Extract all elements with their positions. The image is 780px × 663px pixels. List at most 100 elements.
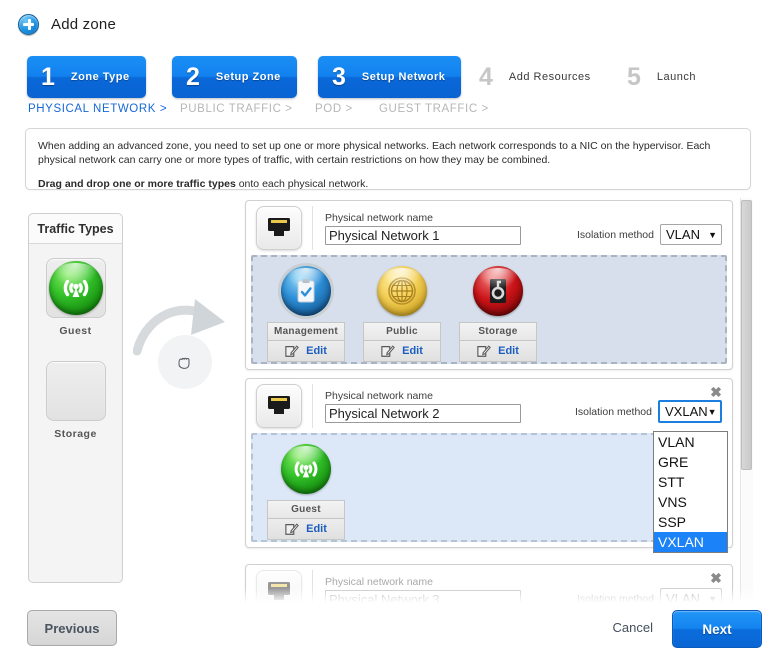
grabbing-hand-icon xyxy=(158,335,212,389)
traffic-card-public-label: Public xyxy=(363,322,441,340)
traffic-type-storage[interactable]: Storage xyxy=(29,361,122,440)
add-circle-icon xyxy=(18,13,39,35)
step-setup-network[interactable]: 3 Setup Network xyxy=(318,56,462,98)
traffic-card-management-edit[interactable]: Edit xyxy=(267,340,345,362)
edit-pencil-icon xyxy=(381,345,395,357)
next-button[interactable]: Next xyxy=(672,610,762,648)
edit-label: Edit xyxy=(498,345,519,357)
physical-network-1-isolation-select[interactable]: VLAN ▼ xyxy=(660,224,722,245)
traffic-card-guest-edit[interactable]: Edit xyxy=(267,518,345,540)
edit-label: Edit xyxy=(306,523,327,535)
step-add-resources: 4 Add Resources xyxy=(479,56,591,98)
traffic-type-storage-box[interactable] xyxy=(45,361,106,421)
isolation-value: VLAN xyxy=(666,591,700,606)
isolation-value: VXLAN xyxy=(665,404,708,419)
page-title: Add zone xyxy=(51,15,116,33)
physical-network-3-isolation-select[interactable]: VLAN ▼ xyxy=(660,588,722,606)
step-setup-zone[interactable]: 2 Setup Zone xyxy=(172,56,297,98)
isolation-option-stt[interactable]: STT xyxy=(654,472,727,492)
traffic-card-storage-edit[interactable]: Edit xyxy=(459,340,537,362)
isolation-option-vns[interactable]: VNS xyxy=(654,492,727,512)
vertical-scrollbar-thumb[interactable] xyxy=(741,200,752,470)
cancel-button[interactable]: Cancel xyxy=(613,620,653,635)
step-label: Launch xyxy=(656,71,696,83)
info-bold-text: Drag and drop one or more traffic types xyxy=(38,178,236,190)
traffic-card-guest-label: Guest xyxy=(267,500,345,518)
substep-public-traffic[interactable]: PUBLIC TRAFFIC > xyxy=(180,103,293,115)
physical-network-1-header: Physical network name Isolation method V… xyxy=(246,201,732,255)
physical-network-3-name-input[interactable] xyxy=(325,589,521,606)
vertical-scrollbar-track[interactable] xyxy=(740,198,753,606)
physical-network-3-header: Physical network name Isolation method V… xyxy=(246,565,732,606)
header-divider xyxy=(312,206,313,250)
isolation-option-vxlan[interactable]: VXLAN xyxy=(654,532,727,552)
nic-icon xyxy=(256,206,302,250)
isolation-value: VLAN xyxy=(666,227,700,242)
physical-network-name-label: Physical network name xyxy=(325,575,433,588)
traffic-types-title: Traffic Types xyxy=(29,214,122,244)
physical-network-name-label: Physical network name xyxy=(325,389,433,402)
substep-physical-network[interactable]: PHYSICAL NETWORK > xyxy=(28,103,167,115)
traffic-card-storage[interactable]: Storage Edit xyxy=(459,266,537,362)
step-number: 3 xyxy=(332,62,346,91)
step-launch: 5 Launch xyxy=(627,56,696,98)
physical-network-3-isolation-group: Isolation method VLAN ▼ xyxy=(577,588,722,606)
physical-network-2-isolation-select[interactable]: VXLAN ▼ xyxy=(658,400,722,423)
header-divider xyxy=(312,384,313,428)
step-number: 1 xyxy=(41,62,55,91)
isolation-option-gre[interactable]: GRE xyxy=(654,452,727,472)
physical-network-name-label: Physical network name xyxy=(325,211,433,224)
public-globe-icon xyxy=(377,266,427,316)
wizard-steps: 1 Zone Type 2 Setup Zone 3 Setup Network… xyxy=(27,56,767,98)
header-divider xyxy=(312,570,313,606)
step-zone-type[interactable]: 1 Zone Type xyxy=(27,56,146,98)
physical-network-3: ✖ Physical network name Isolation method… xyxy=(245,564,733,606)
step-number: 2 xyxy=(186,62,200,91)
physical-network-2-header: Physical network name Isolation method V… xyxy=(246,379,732,433)
edit-pencil-icon xyxy=(285,523,299,535)
traffic-card-public-edit[interactable]: Edit xyxy=(363,340,441,362)
guest-wifi-icon xyxy=(48,261,103,315)
page-header: Add zone xyxy=(0,0,780,48)
isolation-option-vlan[interactable]: VLAN xyxy=(654,432,727,452)
traffic-card-management-label: Management xyxy=(267,322,345,340)
edit-pencil-icon xyxy=(285,345,299,357)
traffic-type-guest[interactable]: Guest xyxy=(29,258,122,337)
info-paragraph-1: When adding an advanced zone, you need t… xyxy=(38,140,711,166)
edit-pencil-icon xyxy=(477,345,491,357)
traffic-card-management[interactable]: Management Edit xyxy=(267,266,345,362)
info-paragraph-2: Drag and drop one or more traffic types … xyxy=(38,177,738,191)
physical-network-2-name-group: Physical network name xyxy=(325,390,521,423)
isolation-method-label: Isolation method xyxy=(574,405,652,418)
edit-label: Edit xyxy=(306,345,327,357)
step-number: 4 xyxy=(479,62,493,91)
substep-pod[interactable]: POD > xyxy=(315,103,353,115)
info-rest-text: onto each physical network. xyxy=(235,178,369,190)
physical-network-2-name-input[interactable] xyxy=(325,403,521,423)
drag-hint xyxy=(132,295,243,400)
management-clipboard-icon xyxy=(281,266,331,316)
isolation-method-options-list[interactable]: VLAN GRE STT VNS SSP VXLAN xyxy=(653,431,728,553)
traffic-card-storage-label: Storage xyxy=(459,322,537,340)
traffic-type-guest-box[interactable] xyxy=(45,258,106,318)
isolation-method-label: Isolation method xyxy=(576,228,654,241)
info-box: When adding an advanced zone, you need t… xyxy=(25,128,751,190)
physical-network-1-dropzone[interactable]: Management Edit Public Edit Storage Edit xyxy=(251,255,727,364)
physical-network-3-name-group: Physical network name xyxy=(325,575,521,606)
physical-network-2-isolation-group: Isolation method VXLAN ▼ xyxy=(575,400,722,423)
traffic-card-public[interactable]: Public Edit xyxy=(363,266,441,362)
traffic-card-guest[interactable]: Guest Edit xyxy=(267,444,345,540)
traffic-types-panel: Traffic Types Guest Storage xyxy=(28,213,123,583)
storage-disk-icon xyxy=(473,266,523,316)
step-label: Zone Type xyxy=(70,71,130,83)
previous-button[interactable]: Previous xyxy=(27,610,117,646)
isolation-method-label: Isolation method xyxy=(576,592,654,605)
physical-network-1: Physical network name Isolation method V… xyxy=(245,200,733,370)
traffic-type-storage-label: Storage xyxy=(54,428,97,440)
physical-network-1-name-input[interactable] xyxy=(325,225,521,245)
physical-network-1-name-group: Physical network name xyxy=(325,212,521,245)
substep-guest-traffic[interactable]: GUEST TRAFFIC > xyxy=(379,103,489,115)
isolation-option-ssp[interactable]: SSP xyxy=(654,512,727,532)
guest-wifi-icon xyxy=(281,444,331,494)
step-label: Add Resources xyxy=(508,71,591,83)
